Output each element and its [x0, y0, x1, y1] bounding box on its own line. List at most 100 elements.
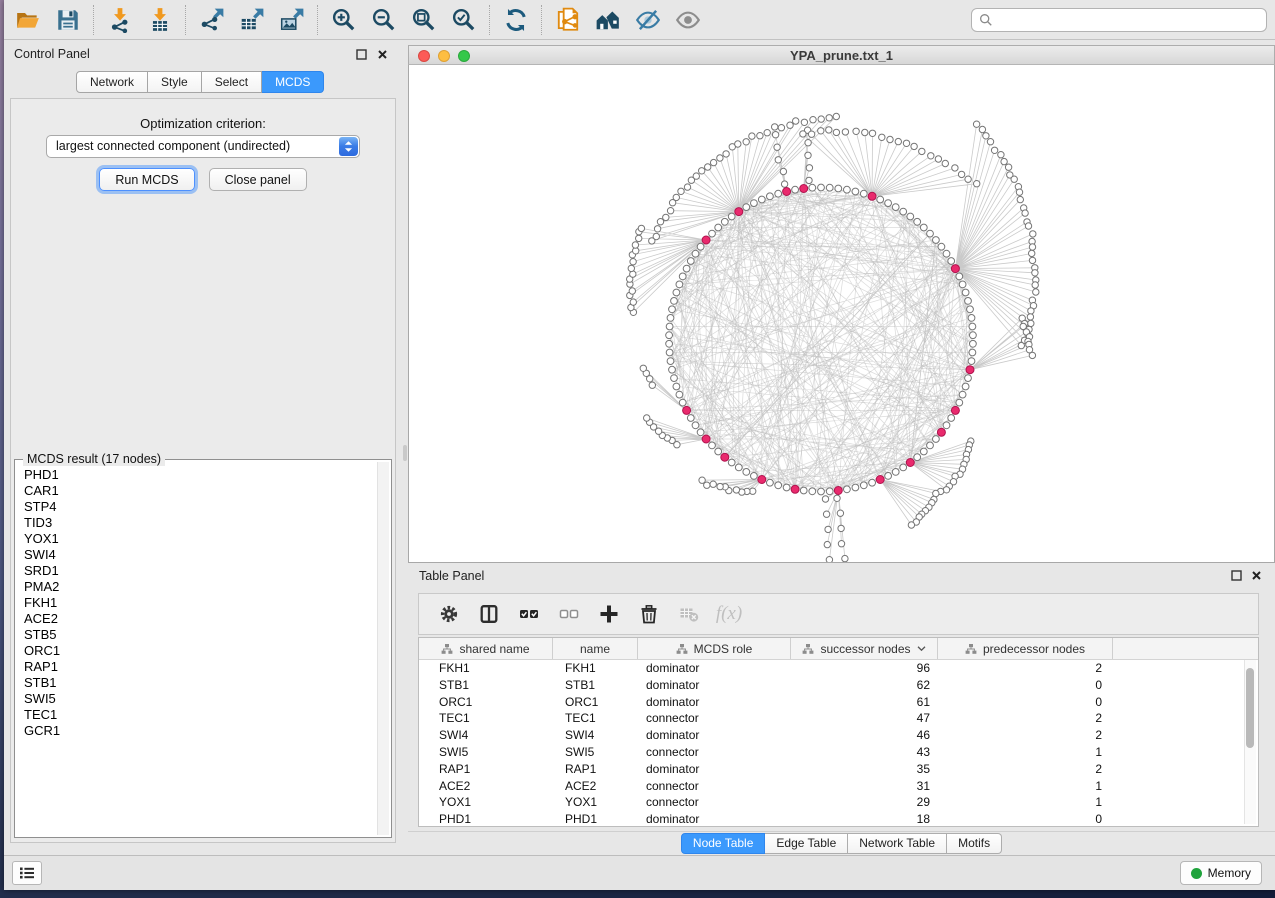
fx-icon: f(x)	[716, 603, 742, 625]
new-network-from-selection-button[interactable]	[548, 3, 588, 37]
delete-column-button[interactable]	[631, 598, 667, 630]
mcds-result-item[interactable]: RAP1	[24, 659, 376, 675]
first-neighbors-button[interactable]	[588, 3, 628, 37]
table-cell: 18	[791, 811, 938, 827]
table-scrollbar[interactable]	[1244, 660, 1256, 824]
task-history-button[interactable]	[12, 861, 42, 885]
table-cell: dominator	[638, 761, 791, 778]
mcds-result-list[interactable]: PHD1CAR1STP4TID3YOX1SWI4SRD1PMA2FKH1ACE2…	[15, 463, 376, 834]
network-window-titlebar[interactable]: YPA_prune.txt_1	[408, 45, 1275, 65]
export-table-button[interactable]	[232, 3, 272, 37]
table-toolbar: f(x)	[418, 593, 1259, 635]
mcds-result-item[interactable]: GCR1	[24, 723, 376, 739]
table-mode-button[interactable]	[431, 598, 467, 630]
create-column-button[interactable]	[591, 598, 627, 630]
cytoscape-window: Control Panel NetworkStyleSelectMCDS Opt…	[4, 0, 1275, 890]
network-graph[interactable]	[409, 65, 1274, 562]
search-icon	[979, 13, 993, 27]
table-row[interactable]: PHD1PHD1dominator180	[419, 811, 1258, 827]
mcds-result-item[interactable]: SRD1	[24, 563, 376, 579]
table-cell: 35	[791, 761, 938, 778]
mcds-result-item[interactable]: TEC1	[24, 707, 376, 723]
memory-button[interactable]: Memory	[1180, 861, 1262, 885]
import-table-button[interactable]	[140, 3, 180, 37]
mcds-result-item[interactable]: FKH1	[24, 595, 376, 611]
table-row[interactable]: FKH1FKH1dominator962	[419, 660, 1258, 677]
tab-mcds[interactable]: MCDS	[262, 71, 324, 93]
close-panel-icon[interactable]	[376, 48, 389, 61]
export-network-button[interactable]	[192, 3, 232, 37]
splitter-handle-icon[interactable]	[403, 445, 407, 461]
deselect-all-icon	[559, 604, 579, 624]
select-all-rows-button[interactable]	[511, 598, 547, 630]
criterion-dropdown[interactable]: largest connected component (undirected)	[46, 135, 360, 158]
table-row[interactable]: YOX1YOX1connector291	[419, 794, 1258, 811]
mcds-result-item[interactable]: STB5	[24, 627, 376, 643]
tab-node-table[interactable]: Node Table	[681, 833, 766, 854]
search-input[interactable]	[998, 12, 1266, 28]
zoom-out-button[interactable]	[364, 3, 404, 37]
table-row[interactable]: ACE2ACE2connector311	[419, 778, 1258, 795]
mcds-result-item[interactable]: STP4	[24, 499, 376, 515]
zoom-selected-button[interactable]	[444, 3, 484, 37]
mcds-list-scrollbar[interactable]	[377, 462, 389, 835]
zoom-fit-button[interactable]	[404, 3, 444, 37]
table-row[interactable]: STB1STB1dominator620	[419, 677, 1258, 694]
tab-network-table[interactable]: Network Table	[848, 833, 947, 854]
namespace-icon	[676, 643, 688, 655]
table-row[interactable]: TEC1TEC1connector472	[419, 710, 1258, 727]
run-mcds-button[interactable]: Run MCDS	[99, 168, 194, 191]
mcds-result-item[interactable]: ORC1	[24, 643, 376, 659]
close-panel-button[interactable]: Close panel	[209, 168, 307, 191]
tab-motifs[interactable]: Motifs	[947, 833, 1002, 854]
hide-selected-button[interactable]	[628, 3, 668, 37]
mcds-result-item[interactable]: STB1	[24, 675, 376, 691]
column-header-shared-name[interactable]: shared name	[419, 638, 553, 659]
tab-style[interactable]: Style	[148, 71, 202, 93]
network-view[interactable]	[408, 65, 1275, 563]
export-image-button[interactable]	[272, 3, 312, 37]
table-cell: 2	[938, 660, 1113, 677]
search-box[interactable]	[971, 8, 1267, 32]
apply-preferred-layout-button[interactable]	[496, 3, 536, 37]
tab-edge-table[interactable]: Edge Table	[765, 833, 848, 854]
tab-network[interactable]: Network	[76, 71, 148, 93]
column-layout-button[interactable]	[471, 598, 507, 630]
table-cell: SWI4	[553, 727, 638, 744]
save-session-button[interactable]	[48, 3, 88, 37]
column-header-successor-nodes[interactable]: successor nodes	[791, 638, 938, 659]
table-row[interactable]: RAP1RAP1dominator352	[419, 761, 1258, 778]
column-header-MCDS-role[interactable]: MCDS role	[638, 638, 791, 659]
import-network-button[interactable]	[100, 3, 140, 37]
mcds-result-item[interactable]: TID3	[24, 515, 376, 531]
deselect-all-rows-button[interactable]	[551, 598, 587, 630]
table-row[interactable]: SWI5SWI5connector431	[419, 744, 1258, 761]
toolbar-separator	[317, 5, 319, 35]
table-cell: 1	[938, 778, 1113, 795]
table-row[interactable]: SWI4SWI4dominator462	[419, 727, 1258, 744]
mcds-result-item[interactable]: SWI4	[24, 547, 376, 563]
mcds-result-item[interactable]: PMA2	[24, 579, 376, 595]
table-scrollbar-thumb[interactable]	[1246, 668, 1254, 748]
column-header-predecessor-nodes[interactable]: predecessor nodes	[938, 638, 1113, 659]
mcds-result-item[interactable]: SWI5	[24, 691, 376, 707]
table-cell: 43	[791, 744, 938, 761]
node-table: shared namenameMCDS rolesuccessor nodesp…	[418, 637, 1259, 827]
table-cell: dominator	[638, 660, 791, 677]
table-row[interactable]: ORC1ORC1dominator610	[419, 694, 1258, 711]
plus-icon	[599, 604, 619, 624]
close-table-panel-icon[interactable]	[1250, 569, 1263, 582]
show-all-button[interactable]	[668, 3, 708, 37]
float-panel-icon[interactable]	[355, 48, 368, 61]
mcds-result-item[interactable]: CAR1	[24, 483, 376, 499]
open-session-button[interactable]	[8, 3, 48, 37]
mcds-result-item[interactable]: PHD1	[24, 467, 376, 483]
table-tabs: Node TableEdge TableNetwork TableMotifs	[408, 833, 1275, 852]
mcds-result-item[interactable]: YOX1	[24, 531, 376, 547]
float-table-panel-icon[interactable]	[1230, 569, 1243, 582]
table-cell: connector	[638, 744, 791, 761]
column-header-name[interactable]: name	[553, 638, 638, 659]
tab-select[interactable]: Select	[202, 71, 262, 93]
mcds-result-item[interactable]: ACE2	[24, 611, 376, 627]
zoom-in-button[interactable]	[324, 3, 364, 37]
